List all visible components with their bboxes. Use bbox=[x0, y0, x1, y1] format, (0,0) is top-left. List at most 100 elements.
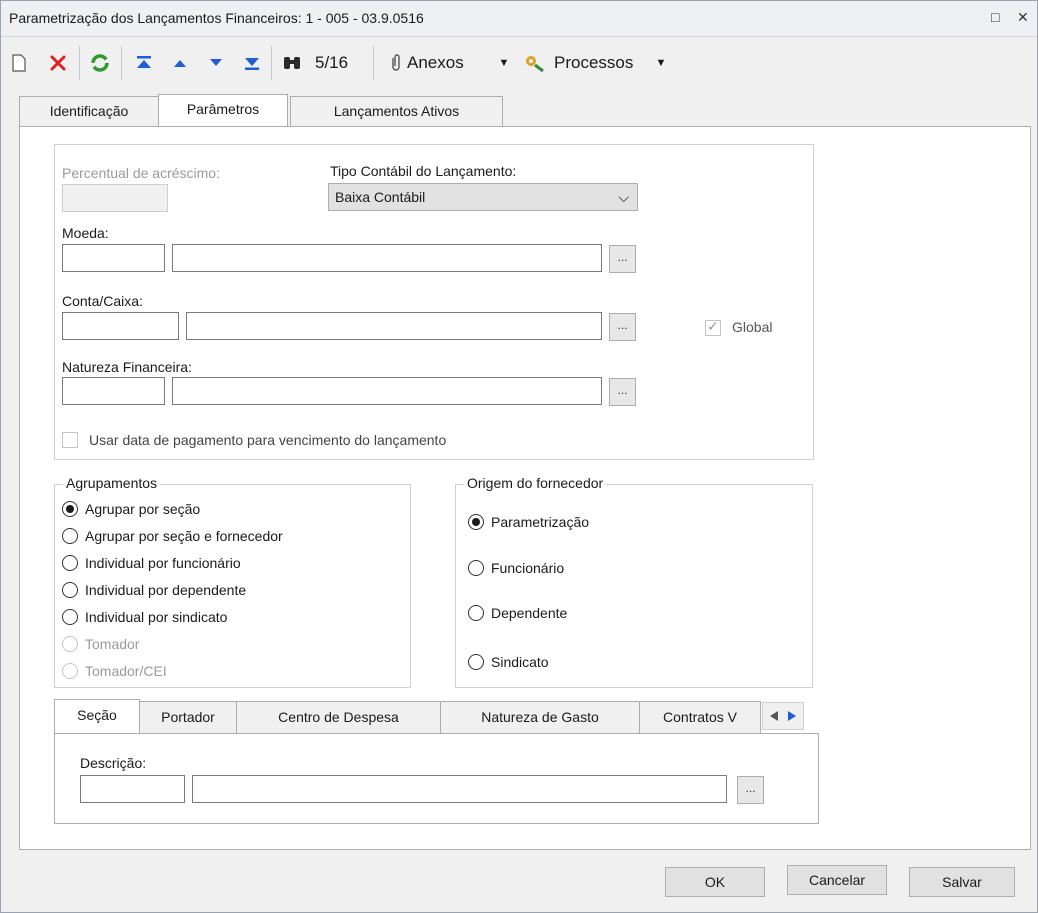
dialog-window: Parametrização dos Lançamentos Financeir… bbox=[0, 0, 1038, 913]
tab-parametros[interactable]: Parâmetros bbox=[158, 94, 288, 126]
natureza-code-input[interactable] bbox=[62, 377, 165, 405]
radio-label: Agrupar por seção bbox=[85, 501, 201, 517]
subtab-natureza-gasto[interactable]: Natureza de Gasto bbox=[440, 701, 640, 733]
radio-label: Funcionário bbox=[491, 560, 565, 576]
moeda-description-input[interactable] bbox=[172, 244, 602, 272]
descricao-code-input[interactable] bbox=[80, 775, 185, 803]
toolbar-separator bbox=[121, 46, 122, 80]
origem-fornecedor-title: Origem do fornecedor bbox=[464, 475, 607, 491]
moeda-browse-button[interactable]: ... bbox=[609, 245, 636, 273]
descricao-browse-button[interactable]: ... bbox=[737, 776, 764, 804]
conta-caixa-code-input[interactable] bbox=[62, 312, 179, 340]
first-record-icon[interactable] bbox=[133, 52, 155, 74]
title-bar: Parametrização dos Lançamentos Financeir… bbox=[1, 1, 1037, 37]
percentual-input bbox=[62, 184, 168, 212]
new-record-icon[interactable] bbox=[11, 52, 27, 74]
radio-label: Dependente bbox=[491, 605, 568, 621]
agrupamentos-title: Agrupamentos bbox=[63, 475, 161, 491]
radio-tomador: Tomador bbox=[62, 634, 139, 654]
radio-icon bbox=[62, 609, 78, 625]
global-label: Global bbox=[732, 319, 773, 335]
radio-individual-sindicato[interactable]: Individual por sindicato bbox=[62, 607, 227, 627]
cancel-button[interactable]: Cancelar bbox=[787, 865, 887, 895]
radio-dependente[interactable]: Dependente bbox=[468, 603, 567, 623]
subtab-secao[interactable]: Seção bbox=[54, 699, 140, 733]
chevron-down-icon: ⌵ bbox=[618, 189, 629, 205]
radio-parametrizacao[interactable]: Parametrização bbox=[468, 512, 589, 532]
close-icon[interactable]: ✕ bbox=[1017, 9, 1029, 26]
processes-button[interactable]: Processos bbox=[554, 52, 633, 74]
radio-icon bbox=[62, 663, 78, 679]
conta-caixa-label: Conta/Caixa: bbox=[62, 293, 143, 309]
radio-icon bbox=[62, 555, 78, 571]
subtab-scroller bbox=[762, 702, 804, 730]
arrow-left-icon[interactable] bbox=[768, 710, 780, 722]
radio-label: Individual por sindicato bbox=[85, 609, 228, 625]
attachments-button[interactable]: Anexos bbox=[407, 52, 464, 74]
tipo-contabil-value: Baixa Contábil bbox=[335, 189, 426, 205]
natureza-description-input[interactable] bbox=[172, 377, 602, 405]
record-position: 5/16 bbox=[315, 53, 349, 72]
radio-icon bbox=[62, 528, 78, 544]
processes-gear-icon[interactable] bbox=[521, 52, 547, 74]
tab-identificacao[interactable]: Identificação bbox=[19, 96, 159, 126]
subtab-centro-despesa[interactable]: Centro de Despesa bbox=[236, 701, 441, 733]
processes-dropdown-icon[interactable]: ▼ bbox=[654, 52, 668, 74]
next-record-icon[interactable] bbox=[205, 52, 227, 74]
tipo-contabil-label: Tipo Contábil do Lançamento: bbox=[330, 163, 517, 179]
descricao-label: Descrição: bbox=[80, 755, 147, 771]
tipo-contabil-select[interactable]: Baixa Contábil ⌵ bbox=[328, 183, 638, 211]
conta-caixa-browse-button[interactable]: ... bbox=[609, 313, 636, 341]
moeda-code-input[interactable] bbox=[62, 244, 165, 272]
toolbar: 5/16 Anexos ▼ Processos ▼ bbox=[1, 38, 1037, 88]
subtab-contratos[interactable]: Contratos V bbox=[639, 701, 761, 733]
percentual-label: Percentual de acréscimo: bbox=[62, 165, 220, 181]
save-button[interactable]: Salvar bbox=[909, 867, 1015, 897]
last-record-icon[interactable] bbox=[241, 52, 263, 74]
radio-label: Agrupar por seção e fornecedor bbox=[85, 528, 283, 544]
binoculars-icon[interactable] bbox=[281, 52, 303, 74]
window-title: Parametrização dos Lançamentos Financeir… bbox=[9, 10, 424, 26]
radio-label: Tomador bbox=[85, 636, 140, 652]
usar-data-checkbox[interactable] bbox=[62, 432, 78, 448]
radio-icon bbox=[62, 636, 78, 652]
radio-individual-dependente[interactable]: Individual por dependente bbox=[62, 580, 246, 600]
global-checkbox[interactable] bbox=[705, 318, 721, 336]
conta-caixa-description-input[interactable] bbox=[186, 312, 602, 340]
attachments-dropdown-icon[interactable]: ▼ bbox=[497, 52, 511, 74]
refresh-icon[interactable] bbox=[89, 52, 111, 74]
toolbar-separator bbox=[271, 46, 272, 80]
subtab-portador[interactable]: Portador bbox=[139, 701, 237, 733]
previous-record-icon[interactable] bbox=[169, 52, 191, 74]
arrow-right-icon[interactable] bbox=[786, 710, 798, 722]
natureza-financeira-label: Natureza Financeira: bbox=[62, 359, 192, 375]
radio-funcionario[interactable]: Funcionário bbox=[468, 558, 564, 578]
subtab-panel: Descrição: ... bbox=[54, 733, 819, 824]
radio-icon bbox=[468, 560, 484, 576]
radio-icon bbox=[468, 605, 484, 621]
toolbar-separator bbox=[373, 46, 374, 80]
ok-button[interactable]: OK bbox=[665, 867, 765, 897]
radio-label: Tomador/CEI bbox=[85, 663, 167, 679]
radio-checked-icon bbox=[468, 514, 484, 530]
radio-label: Parametrização bbox=[491, 514, 590, 530]
descricao-description-input[interactable] bbox=[192, 775, 727, 803]
radio-tomador-cei: Tomador/CEI bbox=[62, 661, 167, 681]
radio-label: Individual por funcionário bbox=[85, 555, 241, 571]
restore-icon[interactable]: □ bbox=[991, 9, 999, 25]
radio-icon bbox=[62, 582, 78, 598]
toolbar-separator bbox=[79, 46, 80, 80]
radio-sindicato[interactable]: Sindicato bbox=[468, 652, 549, 672]
radio-individual-funcionario[interactable]: Individual por funcionário bbox=[62, 553, 241, 573]
moeda-label: Moeda: bbox=[62, 225, 109, 241]
radio-label: Sindicato bbox=[491, 654, 549, 670]
radio-checked-icon bbox=[62, 501, 78, 517]
radio-agrupar-secao-fornecedor[interactable]: Agrupar por seção e fornecedor bbox=[62, 526, 283, 546]
tab-lancamentos-ativos[interactable]: Lançamentos Ativos bbox=[290, 96, 503, 126]
natureza-browse-button[interactable]: ... bbox=[609, 378, 636, 406]
radio-agrupar-secao[interactable]: Agrupar por seção bbox=[62, 499, 200, 519]
delete-icon[interactable] bbox=[47, 52, 69, 74]
parametros-panel: Percentual de acréscimo: Tipo Contábil d… bbox=[19, 126, 1031, 850]
paperclip-icon[interactable] bbox=[387, 52, 405, 74]
radio-icon bbox=[468, 654, 484, 670]
